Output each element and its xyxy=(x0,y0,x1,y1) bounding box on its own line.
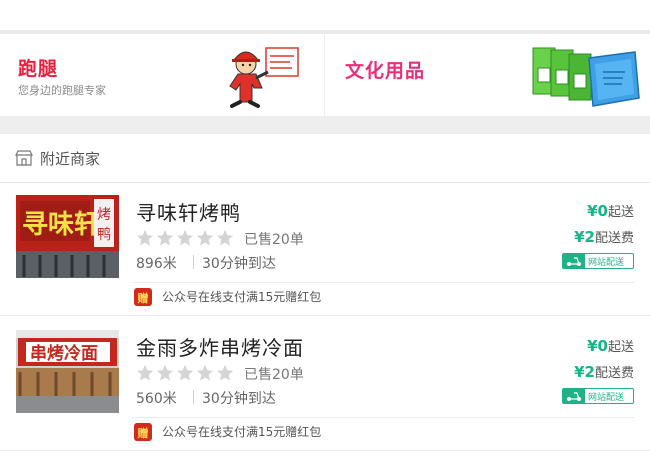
category-errand[interactable]: 跑腿 您身边的跑腿专家 xyxy=(0,34,325,116)
category-row: 跑腿 您身边的跑腿专家 文化用品 xyxy=(0,34,650,116)
shop-distance: 560米 xyxy=(136,391,177,407)
shop-name: 寻味轩烤鸭 xyxy=(136,201,241,225)
scooter-icon xyxy=(563,389,585,403)
delivery-badge: 网站配送 xyxy=(562,388,634,404)
storefront-icon xyxy=(15,150,33,166)
shop-thumbnail: 寻味轩 烤 鸭 xyxy=(16,195,119,278)
svg-text:寻味轩: 寻味轩 xyxy=(22,210,100,240)
promo-divider xyxy=(132,417,634,418)
delivery-badge: 网站配送 xyxy=(562,253,634,269)
category-stationery-title: 文化用品 xyxy=(345,60,426,82)
star-icon xyxy=(216,364,234,381)
star-icon xyxy=(216,229,234,246)
star-icon xyxy=(196,229,214,246)
shop-thumbnail: 串烤冷面 xyxy=(16,330,119,413)
min-order-value: ¥0 xyxy=(587,337,608,355)
delivery-badge-text: 网站配送 xyxy=(588,258,625,268)
info-divider xyxy=(193,255,194,269)
star-icon xyxy=(196,364,214,381)
promo-divider xyxy=(132,282,634,283)
binders-stationery-icon xyxy=(532,47,640,107)
delivery-eta: 30分钟到达 xyxy=(202,256,276,272)
category-errand-subtitle: 您身边的跑腿专家 xyxy=(18,84,106,97)
delivery-fee-row: ¥2配送费 xyxy=(574,362,634,381)
delivery-eta: 30分钟到达 xyxy=(202,391,276,407)
top-blank-area xyxy=(0,0,650,30)
min-order-value: ¥0 xyxy=(587,202,608,220)
category-errand-title: 跑腿 xyxy=(18,58,59,80)
star-icon xyxy=(176,364,194,381)
shop-card[interactable]: 寻味轩 烤 鸭 寻味轩烤鸭 已售20单 896米 30分钟到达 ¥0起送 ¥2配… xyxy=(0,183,650,316)
sold-count: 已售20单 xyxy=(244,367,304,383)
min-order-row: ¥0起送 xyxy=(587,336,634,355)
star-icon xyxy=(136,229,154,246)
promo-text: 公众号在线支付满15元赠红包 xyxy=(162,425,322,439)
gift-icon: 赠 xyxy=(134,423,152,441)
shop-card[interactable]: 串烤冷面 金雨多炸串烤冷面 已售20单 560米 30分钟到达 ¥0起送 ¥2配… xyxy=(0,318,650,451)
svg-text:串烤冷面: 串烤冷面 xyxy=(30,343,98,364)
delivery-fee-value: ¥2 xyxy=(574,363,595,381)
sold-count: 已售20单 xyxy=(244,232,304,248)
gift-icon: 赠 xyxy=(134,288,152,306)
star-icon xyxy=(156,364,174,381)
scooter-icon xyxy=(563,254,585,268)
min-order-label: 起送 xyxy=(607,340,634,355)
nearby-merchants-label: 附近商家 xyxy=(40,150,101,168)
shop-name: 金雨多炸串烤冷面 xyxy=(136,336,304,360)
delivery-fee-label: 配送费 xyxy=(594,366,634,381)
rating-stars xyxy=(136,229,236,247)
courier-mascot-icon xyxy=(229,47,299,108)
star-icon xyxy=(136,364,154,381)
gift-icon-label: 赠 xyxy=(137,292,149,305)
section-divider xyxy=(0,116,650,134)
min-order-label: 起送 xyxy=(607,205,634,220)
delivery-fee-label: 配送费 xyxy=(594,231,634,246)
delivery-badge-text: 网站配送 xyxy=(588,393,625,403)
info-divider xyxy=(193,390,194,404)
svg-text:烤: 烤 xyxy=(97,207,111,223)
promo-text: 公众号在线支付满15元赠红包 xyxy=(162,290,322,304)
shop-distance: 896米 xyxy=(136,256,177,272)
rating-stars xyxy=(136,364,236,382)
svg-text:鸭: 鸭 xyxy=(97,227,111,243)
nearby-merchants-header: 附近商家 xyxy=(0,134,650,183)
category-stationery[interactable]: 文化用品 xyxy=(325,34,650,116)
delivery-fee-row: ¥2配送费 xyxy=(574,227,634,246)
min-order-row: ¥0起送 xyxy=(587,201,634,220)
delivery-fee-value: ¥2 xyxy=(574,228,595,246)
star-icon xyxy=(176,229,194,246)
star-icon xyxy=(156,229,174,246)
gift-icon-label: 赠 xyxy=(137,427,149,440)
